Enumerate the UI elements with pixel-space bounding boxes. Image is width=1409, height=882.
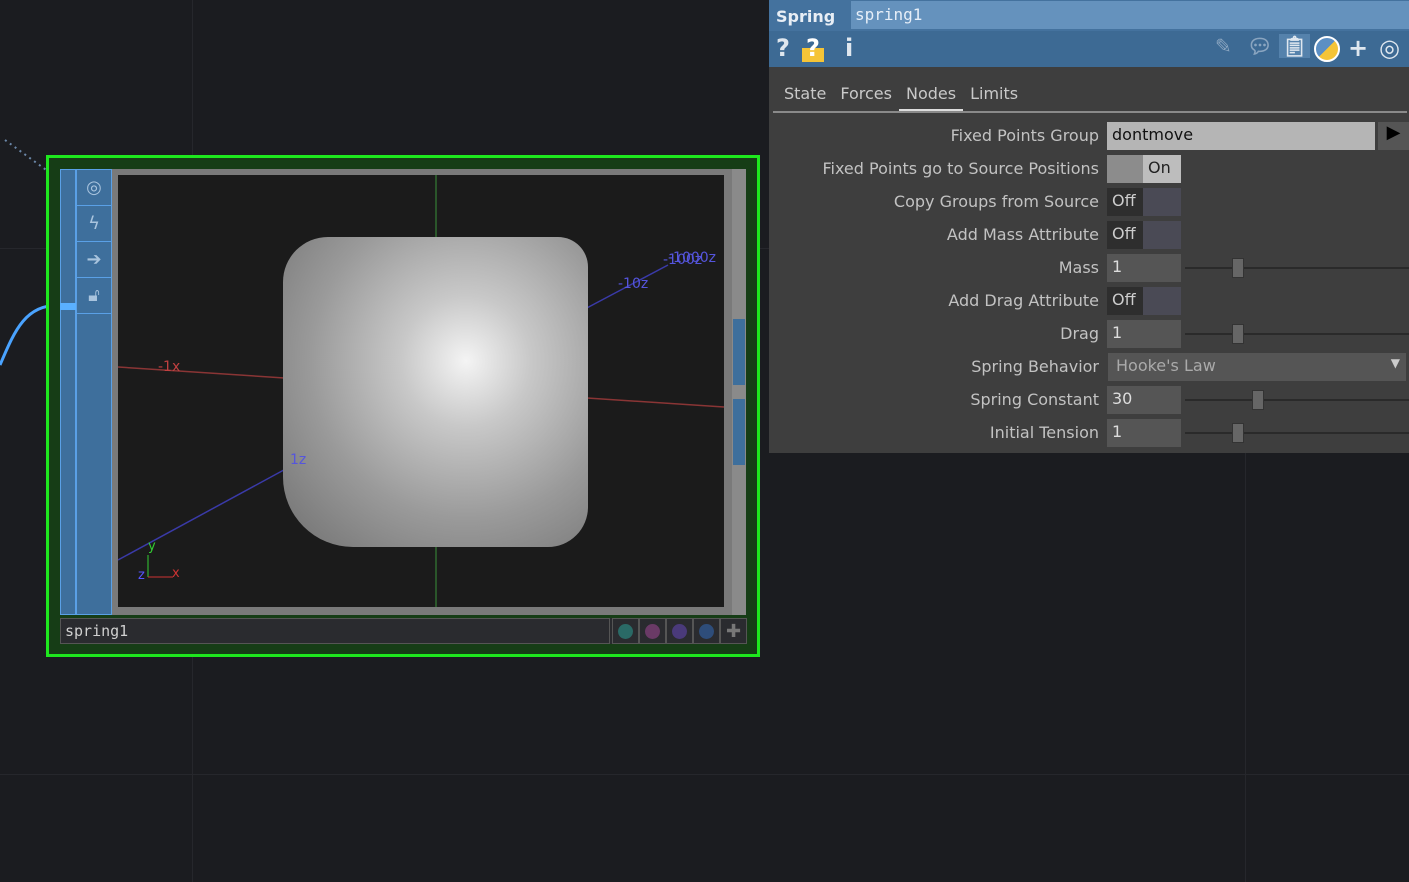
slider[interactable]	[1185, 423, 1409, 443]
toggle[interactable]: Off	[1107, 221, 1181, 249]
gizmo-y: y	[148, 539, 156, 554]
chevron-down-icon: ▼	[1390, 356, 1400, 370]
param-label: Fixed Points go to Source Positions	[822, 159, 1099, 178]
param-label: Mass	[1058, 258, 1099, 277]
spring-node[interactable]: ◎ ϟ ➔ 🔓︎ -1x 1z -10z -100z -1000z y z x …	[46, 155, 760, 657]
menu-dropdown[interactable]: Hooke's Law ▼	[1108, 353, 1406, 381]
bypass-icon[interactable]: ϟ	[77, 206, 111, 242]
3d-viewport[interactable]: -1x 1z -10z -100z -1000z y z x	[118, 175, 724, 607]
param-label: Fixed Points Group	[950, 126, 1099, 145]
number-field[interactable]: 1	[1107, 419, 1181, 447]
input-connector-strip[interactable]	[60, 169, 76, 615]
gizmo-x: x	[172, 566, 180, 581]
param-label: Spring Constant	[970, 390, 1099, 409]
tab-forces[interactable]: Forces	[833, 80, 899, 112]
number-field[interactable]: 1	[1107, 320, 1181, 348]
display-icon[interactable]: ➔	[77, 242, 111, 278]
mesh-object[interactable]	[283, 237, 588, 547]
param-row: Spring Behavior Hooke's Law ▼	[769, 352, 1409, 382]
param-label: Drag	[1060, 324, 1099, 343]
info-icon[interactable]: i	[845, 34, 853, 62]
flag-dot-3[interactable]	[666, 618, 693, 644]
param-row: Fixed Points go to Source Positions On	[769, 154, 1409, 184]
add-icon[interactable]: ✚	[720, 618, 747, 644]
param-label: Add Drag Attribute	[948, 291, 1099, 310]
flag-dot-2[interactable]	[639, 618, 666, 644]
axis-label-neg10z: -10z	[618, 276, 649, 292]
param-row: Fixed Points Group dontmove ▶	[769, 121, 1409, 151]
param-row: Mass 1	[769, 253, 1409, 283]
slider[interactable]	[1185, 324, 1409, 344]
axis-label-z: 1z	[290, 452, 307, 468]
slider[interactable]	[1185, 258, 1409, 278]
tab-state[interactable]: State	[777, 80, 833, 112]
help-icon[interactable]: ?	[776, 34, 790, 62]
plus-icon[interactable]: +	[1348, 34, 1368, 62]
param-row: Copy Groups from Source Off	[769, 187, 1409, 217]
flag-dot-1[interactable]	[612, 618, 639, 644]
param-row: Add Drag Attribute Off	[769, 286, 1409, 316]
operator-name-field[interactable]: spring1	[851, 1, 1409, 29]
output-connector-strip[interactable]	[732, 169, 746, 615]
slider-knob[interactable]	[1232, 324, 1245, 344]
param-label: Spring Behavior	[971, 357, 1099, 376]
pencil-icon[interactable]: ✎	[1215, 34, 1232, 58]
node-name[interactable]: spring1	[60, 618, 610, 644]
play-arrow-icon[interactable]: ▶	[1378, 122, 1409, 150]
flag-dot-4[interactable]	[693, 618, 720, 644]
python-help-icon[interactable]: ?	[802, 34, 824, 62]
string-field[interactable]: dontmove	[1107, 122, 1375, 150]
python-icon[interactable]	[1314, 36, 1340, 62]
param-row: Initial Tension 1	[769, 418, 1409, 448]
operator-type: Spring	[776, 7, 836, 26]
tab-nodes[interactable]: Nodes	[898, 80, 964, 112]
comment-icon[interactable]: 💬︎	[1247, 34, 1272, 58]
param-row: Spring Constant 30	[769, 385, 1409, 415]
slider-knob[interactable]	[1252, 390, 1265, 410]
param-label: Add Mass Attribute	[946, 225, 1099, 244]
number-field[interactable]: 1	[1107, 254, 1181, 282]
param-row: Add Mass Attribute Off	[769, 220, 1409, 250]
number-field[interactable]: 30	[1107, 386, 1181, 414]
gizmo-z: z	[138, 568, 145, 583]
lock-icon[interactable]: 🔓︎	[77, 278, 111, 314]
param-label: Copy Groups from Source	[893, 192, 1099, 211]
slider[interactable]	[1185, 390, 1409, 410]
param-label: Initial Tension	[989, 423, 1099, 442]
target-icon[interactable]: ◎	[1379, 34, 1400, 62]
tab-limits[interactable]: Limits	[963, 80, 1025, 112]
axis-label-neg-x: -1x	[158, 359, 181, 375]
toggle[interactable]: On	[1107, 155, 1181, 183]
parameter-panel: Spring spring1 ? ? i ✎ 💬︎ 📋︎ + ◎ State Fo…	[769, 0, 1409, 453]
slider-knob[interactable]	[1232, 258, 1245, 278]
node-tool-column: ◎ ϟ ➔ 🔓︎	[76, 169, 112, 615]
param-row: Drag 1	[769, 319, 1409, 349]
node-footer: spring1 ✚	[60, 618, 747, 644]
viewport-frame: -1x 1z -10z -100z -1000z y z x	[112, 169, 746, 615]
viewer-icon[interactable]: ◎	[77, 170, 111, 206]
slider-knob[interactable]	[1232, 423, 1245, 443]
axis-label-neg1000z: -1000z	[668, 250, 717, 266]
toggle[interactable]: Off	[1107, 188, 1181, 216]
clipboard-icon[interactable]: 📋︎	[1279, 34, 1311, 58]
toggle[interactable]: Off	[1107, 287, 1181, 315]
